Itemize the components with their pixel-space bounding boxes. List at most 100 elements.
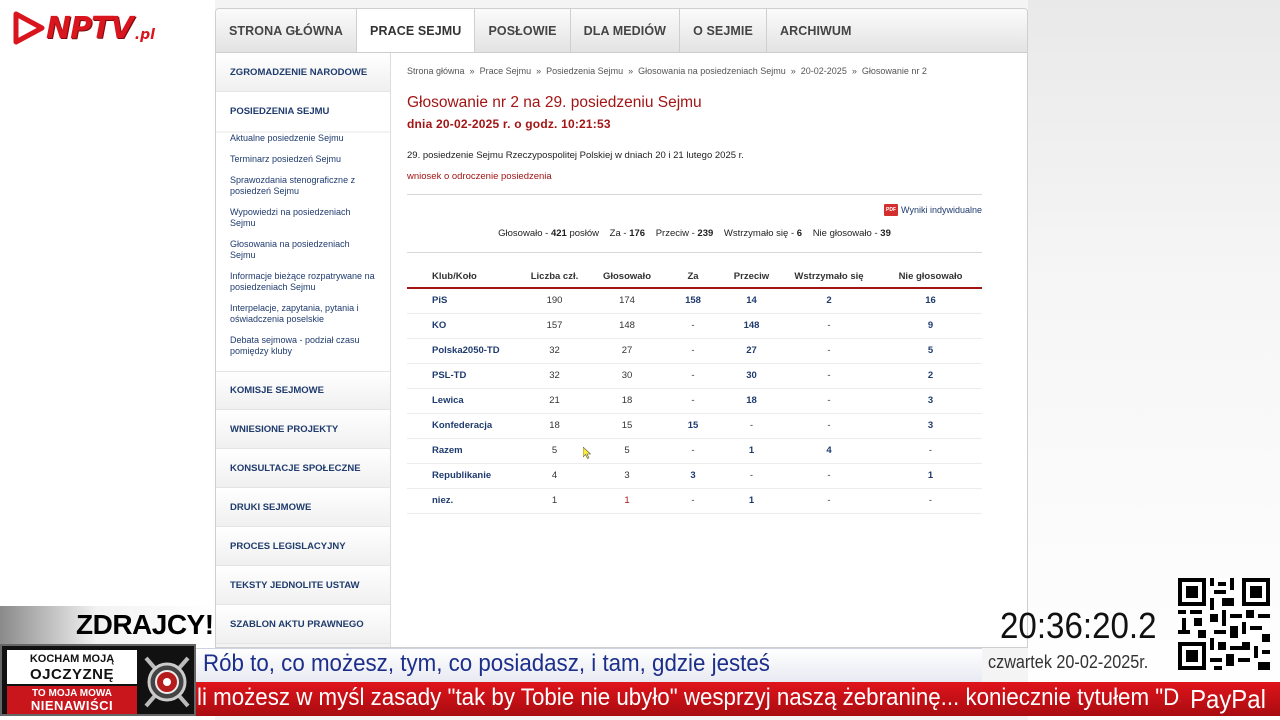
table-row: PSL-TD 32 30-30-2 xyxy=(407,363,982,389)
table-cell[interactable]: 5 xyxy=(879,338,982,364)
table-cell[interactable]: 15 xyxy=(662,413,724,439)
breadcrumb-separator: » xyxy=(469,66,475,76)
motion-link[interactable]: wniosek o odroczenie posiedzenia xyxy=(407,171,552,182)
club-name-link[interactable]: niez. xyxy=(407,488,517,514)
sidebar-link-wypowiedzi[interactable]: Wypowiedzi na posiedzeniach Sejmu xyxy=(230,207,376,229)
table-cell[interactable]: 18 xyxy=(724,388,779,414)
sidebar-link-terminarz[interactable]: Terminarz posiedzeń Sejmu xyxy=(230,154,376,165)
table-cell: 32 xyxy=(517,338,592,364)
table-cell: 1 xyxy=(592,488,662,514)
nav-dla-mediow[interactable]: DLA MEDIÓW xyxy=(571,9,681,52)
emblem-icon xyxy=(144,656,190,708)
table-cell: 5 xyxy=(517,438,592,464)
sidebar-proces[interactable]: PROCES LEGISLACYJNY xyxy=(216,527,390,566)
table-cell: - xyxy=(879,488,982,514)
table-cell[interactable]: 158 xyxy=(662,288,724,314)
table-cell[interactable]: 9 xyxy=(879,313,982,339)
table-row: niez. 1 1-1- - xyxy=(407,488,982,514)
breadcrumb-item[interactable]: Głosowania na posiedzeniach Sejmu xyxy=(638,66,786,76)
table-cell[interactable]: 3 xyxy=(879,388,982,414)
breadcrumb-item[interactable]: 20-02-2025 xyxy=(801,66,847,76)
date: czwartek 20-02-2025r. xyxy=(988,652,1149,672)
breadcrumb-item[interactable]: Prace Sejmu xyxy=(480,66,532,76)
table-cell[interactable]: 3 xyxy=(662,463,724,489)
breadcrumb-item[interactable]: Posiedzenia Sejmu xyxy=(546,66,623,76)
nav-o-sejmie[interactable]: O SEJMIE xyxy=(680,9,767,52)
sidebar-link-glosowania[interactable]: Głosowania na posiedzeniach Sejmu xyxy=(230,239,376,261)
table-cell: - xyxy=(662,363,724,389)
nav-archiwum[interactable]: ARCHIWUM xyxy=(767,9,865,52)
table-cell[interactable]: 3 xyxy=(879,413,982,439)
vote-datetime: dnia 20-02-2025 r. o godz. 10:21:53 xyxy=(407,117,611,131)
summary-voted: 421 xyxy=(550,228,567,239)
sidebar-szablon[interactable]: SZABLON AKTU PRAWNEGO xyxy=(216,605,390,644)
summary-przeciw-label: Przeciw - xyxy=(655,228,695,239)
table-cell[interactable]: 30 xyxy=(724,363,779,389)
pdf-icon: PDF xyxy=(884,204,899,216)
individual-results-link[interactable]: PDF Wyniki indywidualne xyxy=(407,204,982,216)
headline: ZDRAJCY! xyxy=(76,609,214,640)
header-liczba: Liczba czł. xyxy=(517,266,592,289)
breadcrumb-item[interactable]: Strona główna xyxy=(407,66,465,76)
header-glosowalo: Głosowało xyxy=(592,266,662,289)
sidebar-projekty[interactable]: WNIESIONE PROJEKTY xyxy=(216,410,390,449)
table-cell[interactable]: 1 xyxy=(879,463,982,489)
sidebar-link-aktualne[interactable]: Aktualne posiedzenie Sejmu xyxy=(230,133,376,144)
mouse-cursor-icon xyxy=(583,447,591,459)
sidebar-posiedzenia[interactable]: POSIEDZENIA SEJMU xyxy=(216,92,390,131)
header-nie-glosowalo: Nie głosowało xyxy=(879,266,982,289)
table-cell: 1 xyxy=(517,488,592,514)
club-name-link[interactable]: Razem xyxy=(407,438,517,464)
summary-nie-label: Nie głosowało - xyxy=(812,228,878,239)
sidebar-konsultacje[interactable]: KONSULTACJE SPOŁECZNE xyxy=(216,449,390,488)
paypal-label: PayPal xyxy=(1180,682,1276,716)
table-cell: 18 xyxy=(517,413,592,439)
ticker-red-text: li możesz w myśl zasady "tak by Tobie ni… xyxy=(197,684,1277,711)
sejm-page: STRONA GŁÓWNA PRACE SEJMU POSŁOWIE DLA M… xyxy=(215,8,1028,648)
sidebar-link-debata[interactable]: Debata sejmowa - podział czasu pomiędzy … xyxy=(230,335,376,357)
table-cell: 32 xyxy=(517,363,592,389)
sidebar-druki[interactable]: DRUKI SEJMOWE xyxy=(216,488,390,527)
sidebar-zgromadzenie[interactable]: ZGROMADZENIE NARODOWE xyxy=(216,53,390,92)
nav-strona-glowna[interactable]: STRONA GŁÓWNA xyxy=(216,9,358,52)
table-cell[interactable]: 14 xyxy=(724,288,779,314)
table-cell[interactable]: 1 xyxy=(724,488,779,514)
summary-za: 176 xyxy=(629,228,646,239)
club-name-link[interactable]: KO xyxy=(407,313,517,339)
table-cell: 4 xyxy=(517,463,592,489)
sidebar-link-sprawozdania[interactable]: Sprawozdania stenograficzne z posiedzeń … xyxy=(230,175,376,197)
club-name-link[interactable]: PiS xyxy=(407,288,517,314)
table-header-row: Klub/Koło Liczba czł. Głosowało Za Przec… xyxy=(407,266,982,289)
summary-przeciw: 239 xyxy=(697,228,714,239)
club-name-link[interactable]: PSL-TD xyxy=(407,363,517,389)
nav-prace-sejmu[interactable]: PRACE SEJMU xyxy=(357,9,476,52)
table-cell[interactable]: 148 xyxy=(724,313,779,339)
table-cell[interactable]: 2 xyxy=(879,363,982,389)
summary-voted-label: Głosowało - xyxy=(498,228,549,239)
sidebar-link-informacje[interactable]: Informacje bieżące rozpatrywane na posie… xyxy=(230,271,376,293)
table-cell: - xyxy=(779,388,879,414)
club-name-link[interactable]: Republikanie xyxy=(407,463,517,489)
nav-poslowie[interactable]: POSŁOWIE xyxy=(475,9,571,52)
sidebar-komisje[interactable]: KOMISJE SEJMOWE xyxy=(216,371,390,410)
table-cell: - xyxy=(779,463,879,489)
table-cell[interactable]: 16 xyxy=(879,288,982,314)
club-name-link[interactable]: Polska2050-TD xyxy=(407,338,517,364)
header-wstrzymalo: Wstrzymało się xyxy=(779,266,879,289)
breadcrumb-current: Głosowanie nr 2 xyxy=(861,66,927,76)
table-cell[interactable]: 4 xyxy=(779,438,879,464)
table-cell[interactable]: 27 xyxy=(724,338,779,364)
table-cell: - xyxy=(724,463,779,489)
table-row: Republikanie 4 3 3- -1 xyxy=(407,463,982,489)
table-cell: 27 xyxy=(592,338,662,364)
table-cell[interactable]: 1 xyxy=(724,438,779,464)
table-cell: - xyxy=(779,488,879,514)
sidebar-teksty[interactable]: TEKSTY JEDNOLITE USTAW xyxy=(216,566,390,605)
club-name-link[interactable]: Konfederacja xyxy=(407,413,517,439)
table-cell: 15 xyxy=(592,413,662,439)
table-row: PiS 190 174 158 14 2 16 xyxy=(407,288,982,314)
club-name-link[interactable]: Lewica xyxy=(407,388,517,414)
table-cell[interactable]: 2 xyxy=(779,288,879,314)
breadcrumb-separator: » xyxy=(536,66,542,76)
sidebar-link-interpelacje[interactable]: Interpelacje, zapytania, pytania i oświa… xyxy=(230,303,376,325)
